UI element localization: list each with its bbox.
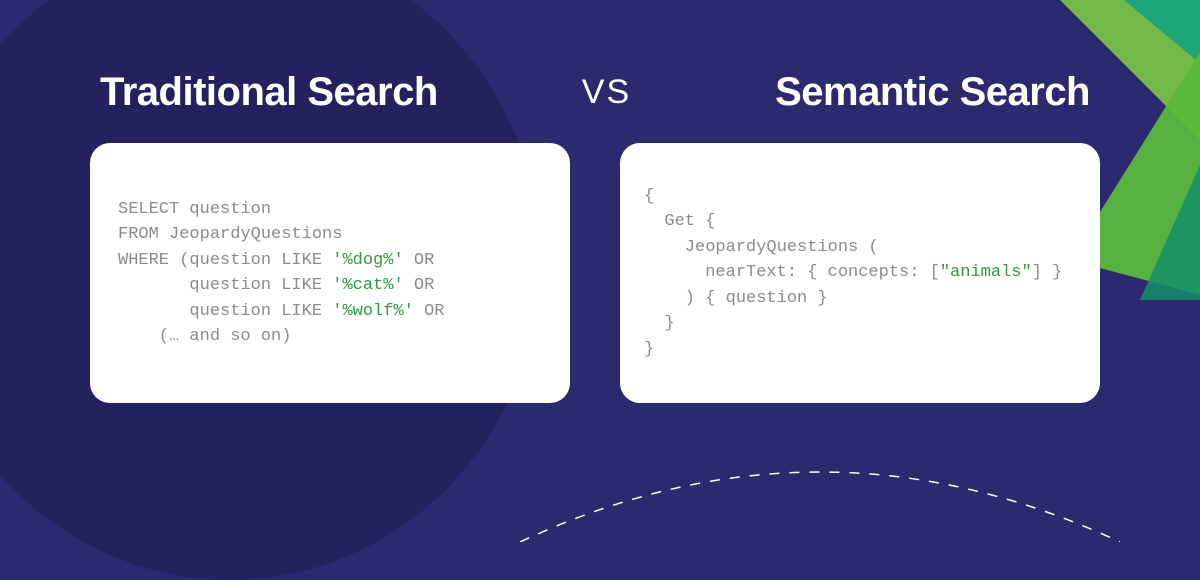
- graphql-code-block: { Get { JeopardyQuestions ( nearText: { …: [644, 184, 1062, 363]
- left-title: Traditional Search: [100, 70, 438, 115]
- vs-label: VS: [582, 73, 631, 112]
- sql-code-block: SELECT question FROM JeopardyQuestions W…: [118, 197, 444, 350]
- traditional-search-card: SELECT question FROM JeopardyQuestions W…: [90, 143, 570, 403]
- semantic-search-card: { Get { JeopardyQuestions ( nearText: { …: [620, 143, 1100, 403]
- titles-row: Traditional Search VS Semantic Search: [90, 70, 1100, 115]
- right-title: Semantic Search: [775, 70, 1090, 115]
